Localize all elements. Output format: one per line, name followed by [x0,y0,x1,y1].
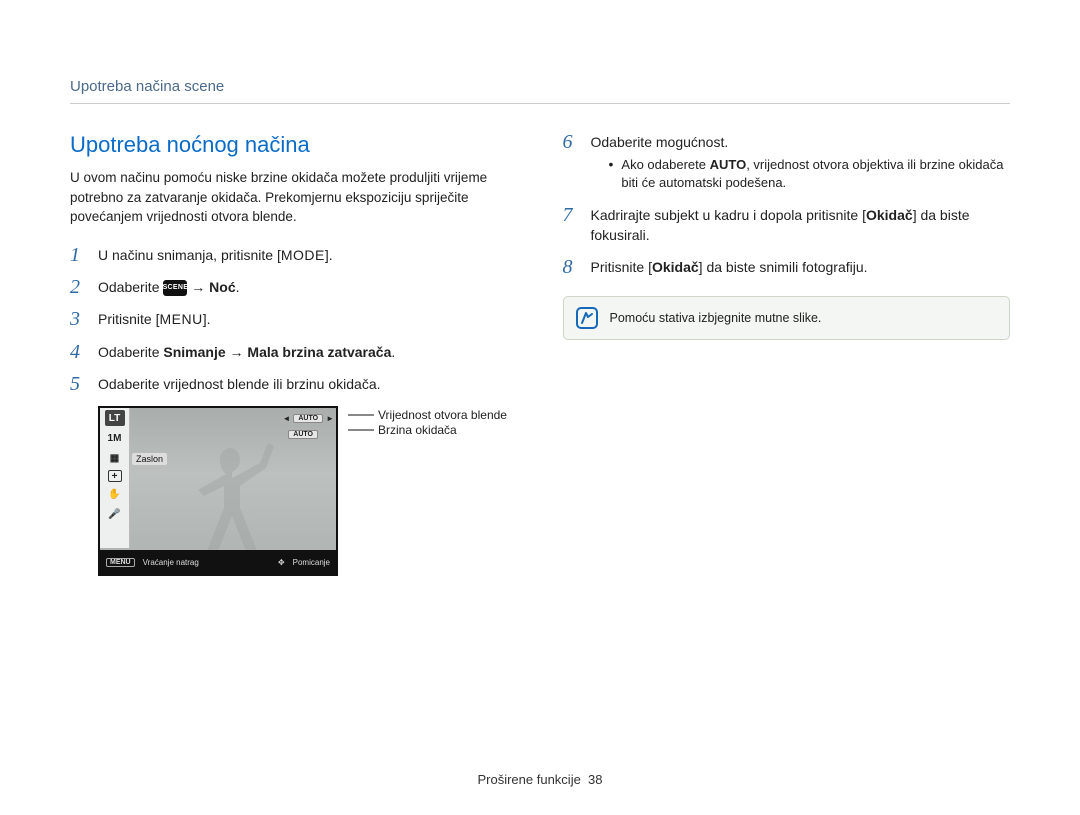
lcd-figure: LT 1M ▦ + ✋ 🎤 ◄ [98,406,518,576]
step-4-b1: Snimanje [163,344,225,360]
step-number: 2 [70,277,88,297]
step-5-text: Odaberite vrijednost blende ili brzinu o… [98,374,518,394]
shutter-value-row: AUTO [288,430,318,439]
callout-shutter: Brzina okidača [378,423,457,437]
step-4-pre: Odaberite [98,344,163,360]
mic-off-icon: 🎤 [105,506,125,522]
step-number: 1 [70,245,88,265]
step-4-b2: Mala brzina zatvarača [247,344,391,360]
s8-bold: Okidač [652,259,699,275]
two-column-layout: Upotreba noćnog načina U ovom načinu pom… [70,132,1010,576]
callout-aperture: Vrijednost otvora blende [378,408,507,422]
step-1-text: U načinu snimanja, pritisnite [ [98,247,281,263]
one-m-icon: 1M [105,430,125,446]
page-header: Upotreba načina scene [70,78,1010,104]
aperture-value-row: ◄ AUTO ► [282,414,334,423]
s7-bold: Okidač [866,207,913,223]
step-4-post: . [391,344,395,360]
step-number: 4 [70,342,88,362]
callout-labels: Vrijednost otvora blende Brzina okidača [348,408,507,437]
aperture-auto: AUTO [293,414,323,423]
step-number: 6 [563,132,581,152]
s6-sub-bold: AUTO [710,157,747,172]
steps-list-left: 1 U načinu snimanja, pritisnite [MODE]. … [70,245,518,394]
s6-sub-pre: Ako odaberete [621,157,709,172]
step-1: 1 U načinu snimanja, pritisnite [MODE]. [70,245,518,265]
step-6-sub: • Ako odaberete AUTO, vrijednost otvora … [609,156,1011,192]
menu-button-label: MENU [159,311,202,327]
steps-list-right: 6 Odaberite mogućnost. • Ako odaberete A… [563,132,1011,278]
right-column: 6 Odaberite mogućnost. • Ako odaberete A… [563,132,1011,576]
callout-line-icon [348,424,374,436]
chevron-left-icon: ◄ [282,414,290,423]
step-3-pre: Pritisnite [ [98,311,159,327]
left-column: Upotreba noćnog načina U ovom načinu pom… [70,132,518,576]
dpad-icon: ✥ [278,558,285,567]
step-3: 3 Pritisnite [MENU]. [70,309,518,329]
lcd-bottom-bar: MENU Vraćanje natrag ✥ Pomicanje [100,550,336,574]
lcd-value-rows: ◄ AUTO ► AUTO [132,410,334,442]
page: Upotreba načina scene Upotreba noćnog na… [0,0,1080,576]
plus-icon: + [108,470,122,482]
step-2-post: . [236,279,240,295]
step-1-post: ]. [325,247,333,263]
note-icon [576,307,598,329]
grid-icon: ▦ [105,450,125,466]
shutter-auto: AUTO [288,430,318,439]
step-number: 8 [563,257,581,277]
section-title: Upotreba noćnog načina [70,132,518,158]
step-4: 4 Odaberite Snimanje → Mala brzina zatva… [70,342,518,362]
step-2-bold: Noć [209,279,235,295]
s8-post: ] da biste snimili fotografiju. [699,259,868,275]
note-text: Pomoću stativa izbjegnite mutne slike. [610,311,822,325]
menu-icon: MENU [106,558,135,567]
note-box: Pomoću stativa izbjegnite mutne slike. [563,296,1011,340]
page-footer: Proširene funkcije 38 [0,772,1080,787]
hand-off-icon: ✋ [105,486,125,502]
step-number: 5 [70,374,88,394]
step-2: 2 Odaberite SCENE → Noć. [70,277,518,297]
step-number: 7 [563,205,581,225]
step-2-pre: Odaberite [98,279,163,295]
footer-section: Proširene funkcije [477,772,580,787]
chevron-right-icon: ► [326,414,334,423]
lcd-zaslon-label: Zaslon [132,453,167,465]
scene-icon: SCENE [163,280,187,296]
lcd-sidebar: LT 1M ▦ + ✋ 🎤 [100,408,130,548]
step-number: 3 [70,309,88,329]
step-6-text: Odaberite mogućnost. [591,134,729,150]
callout-line-icon [348,409,374,421]
lcd-move-label: Pomicanje [293,558,330,567]
footer-page-number: 38 [588,772,602,787]
intro-paragraph: U ovom načinu pomoću niske brzine okidač… [70,168,518,227]
s8-pre: Pritisnite [ [591,259,652,275]
arrow-icon: → [187,279,209,295]
step-6: 6 Odaberite mogućnost. • Ako odaberete A… [563,132,1011,193]
camera-lcd: LT 1M ▦ + ✋ 🎤 ◄ [98,406,338,576]
bullet-icon: • [609,156,614,192]
s7-pre: Kadrirajte subjekt u kadru i dopola prit… [591,207,866,223]
lt-badge: LT [105,410,125,426]
step-7: 7 Kadrirajte subjekt u kadru i dopola pr… [563,205,1011,246]
lcd-back-label: Vraćanje natrag [143,558,199,567]
step-3-post: ]. [203,311,211,327]
arrow-icon: → [226,344,248,360]
step-5: 5 Odaberite vrijednost blende ili brzinu… [70,374,518,394]
mode-button-label: MODE [281,247,325,263]
step-8: 8 Pritisnite [Okidač] da biste snimili f… [563,257,1011,277]
